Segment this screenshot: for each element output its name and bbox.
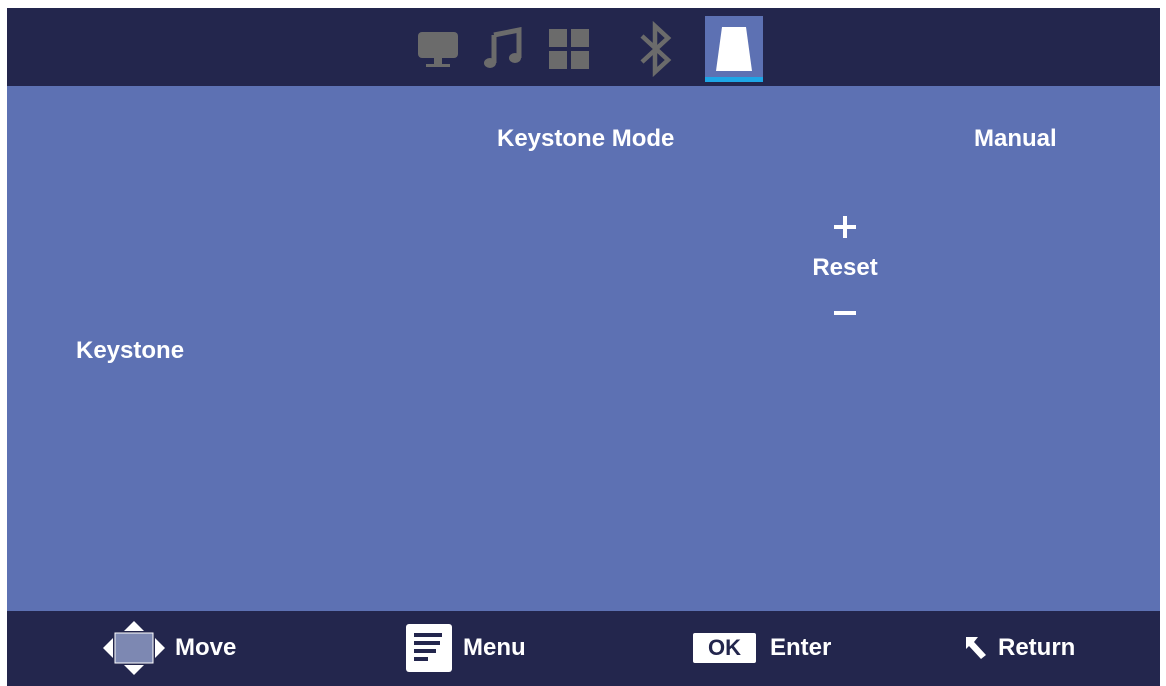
return-hint-label: Return — [998, 634, 1076, 661]
menu-hint: Menu — [405, 623, 526, 673]
menu-icon — [406, 624, 452, 672]
active-tab-indicator — [705, 77, 763, 82]
footer-hint-bar: Move Menu OK Enter Return — [7, 611, 1160, 686]
bluetooth-icon — [640, 20, 672, 78]
keystone-mode-label: Keystone Mode — [497, 125, 675, 152]
keystone-adjuster: Reset — [807, 208, 883, 328]
monitor-icon — [418, 32, 458, 67]
ok-badge: OK — [693, 633, 756, 663]
apps-grid-icon — [549, 29, 589, 69]
enter-hint: OK Enter — [693, 623, 831, 673]
tab-bluetooth[interactable] — [633, 16, 679, 82]
tab-keystone[interactable] — [705, 16, 763, 82]
keystone-label: Keystone — [76, 337, 185, 364]
dpad-icon — [103, 621, 165, 675]
osd-screen: Keystone Mode Manual Keystone Reset Move — [7, 8, 1160, 686]
keystone-increase-button[interactable] — [834, 216, 856, 238]
top-tab-bar — [7, 8, 1160, 86]
tab-audio[interactable] — [480, 16, 526, 82]
enter-hint-label: Enter — [770, 634, 832, 661]
keystone-mode-value[interactable]: Manual — [974, 127, 1057, 151]
tab-apps[interactable] — [544, 16, 594, 82]
move-hint-label: Move — [175, 634, 237, 661]
tab-picture[interactable] — [412, 16, 464, 82]
return-arrow-icon — [966, 637, 986, 659]
menu-hint-label: Menu — [463, 634, 526, 661]
keystone-reset-button[interactable]: Reset — [807, 256, 883, 280]
keystone-decrease-button[interactable] — [834, 302, 856, 324]
music-note-icon — [484, 27, 522, 68]
move-hint: Move — [103, 621, 237, 675]
return-hint: Return — [964, 623, 1075, 673]
keystone-icon — [716, 27, 752, 71]
keystone-settings-panel: Keystone Mode Manual Keystone Reset — [7, 86, 1160, 611]
